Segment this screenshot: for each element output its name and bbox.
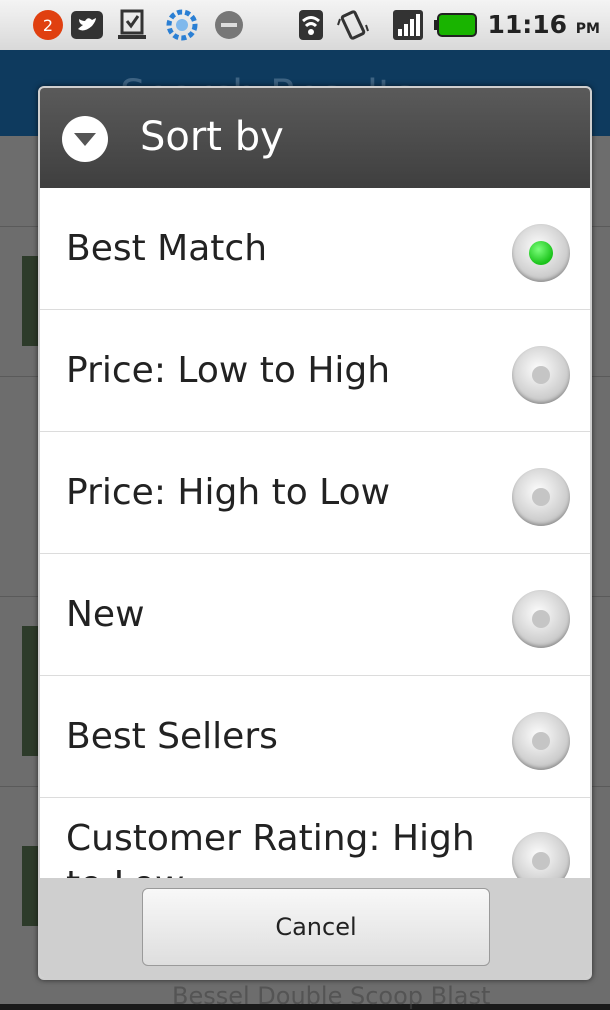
- sort-option-best-sellers[interactable]: Best Sellers: [40, 676, 590, 798]
- chevron-down-circle-icon: [62, 116, 108, 162]
- twitter-icon: [71, 11, 103, 39]
- sort-option-price-low-high[interactable]: Price: Low to High: [40, 310, 590, 432]
- sort-options-list[interactable]: Best Match Price: Low to High Price: Hig…: [40, 188, 590, 878]
- radio-button[interactable]: [512, 346, 570, 404]
- radio-dot: [532, 488, 550, 506]
- sort-option-best-match[interactable]: Best Match: [40, 188, 590, 310]
- radio-dot: [532, 852, 550, 870]
- sort-dialog: Sort by Best Match Price: Low to High Pr…: [38, 86, 592, 980]
- sort-option-label: Price: Low to High: [66, 350, 391, 391]
- sort-option-label: Customer Rating: High to Low: [66, 818, 475, 878]
- download-icon: [118, 9, 146, 39]
- radio-button[interactable]: [512, 590, 570, 648]
- voicemail-icon: [215, 11, 243, 39]
- dialog-footer: Cancel: [40, 878, 590, 978]
- sort-option-label: Best Match: [66, 228, 268, 269]
- sort-option-price-high-low[interactable]: Price: High to Low: [40, 432, 590, 554]
- result-thumbnail: [22, 846, 38, 926]
- wifi-icon: [299, 10, 323, 40]
- dialog-title: Sort by: [140, 114, 284, 160]
- notification-count-icon: 2: [33, 10, 63, 40]
- signal-icon: [393, 10, 423, 40]
- radio-dot: [532, 610, 550, 628]
- result-thumbnail: [22, 626, 38, 756]
- radio-dot: [532, 366, 550, 384]
- cancel-button[interactable]: Cancel: [142, 888, 490, 966]
- battery-icon: [434, 13, 477, 37]
- sort-option-label: New: [66, 594, 145, 635]
- sort-option-customer-rating[interactable]: Customer Rating: High to Low: [40, 798, 590, 878]
- sort-option-label: Price: High to Low: [66, 472, 391, 513]
- vibrate-icon: [337, 10, 369, 40]
- radio-button-selected[interactable]: [512, 224, 570, 282]
- svg-text:2: 2: [43, 16, 53, 35]
- result-thumbnail: [22, 256, 38, 346]
- status-bar: 2 11:16 PM: [0, 0, 610, 50]
- sort-option-new[interactable]: New: [40, 554, 590, 676]
- dialog-header: Sort by: [40, 88, 590, 188]
- status-time: 11:16 PM: [487, 10, 601, 39]
- sync-icon: [166, 9, 198, 41]
- sort-option-label: Best Sellers: [66, 716, 278, 757]
- radio-dot: [529, 241, 553, 265]
- radio-dot: [532, 732, 550, 750]
- background-item-title: Bessel Double Scoop Blast: [172, 982, 491, 1010]
- radio-button[interactable]: [512, 832, 570, 878]
- radio-button[interactable]: [512, 712, 570, 770]
- radio-button[interactable]: [512, 468, 570, 526]
